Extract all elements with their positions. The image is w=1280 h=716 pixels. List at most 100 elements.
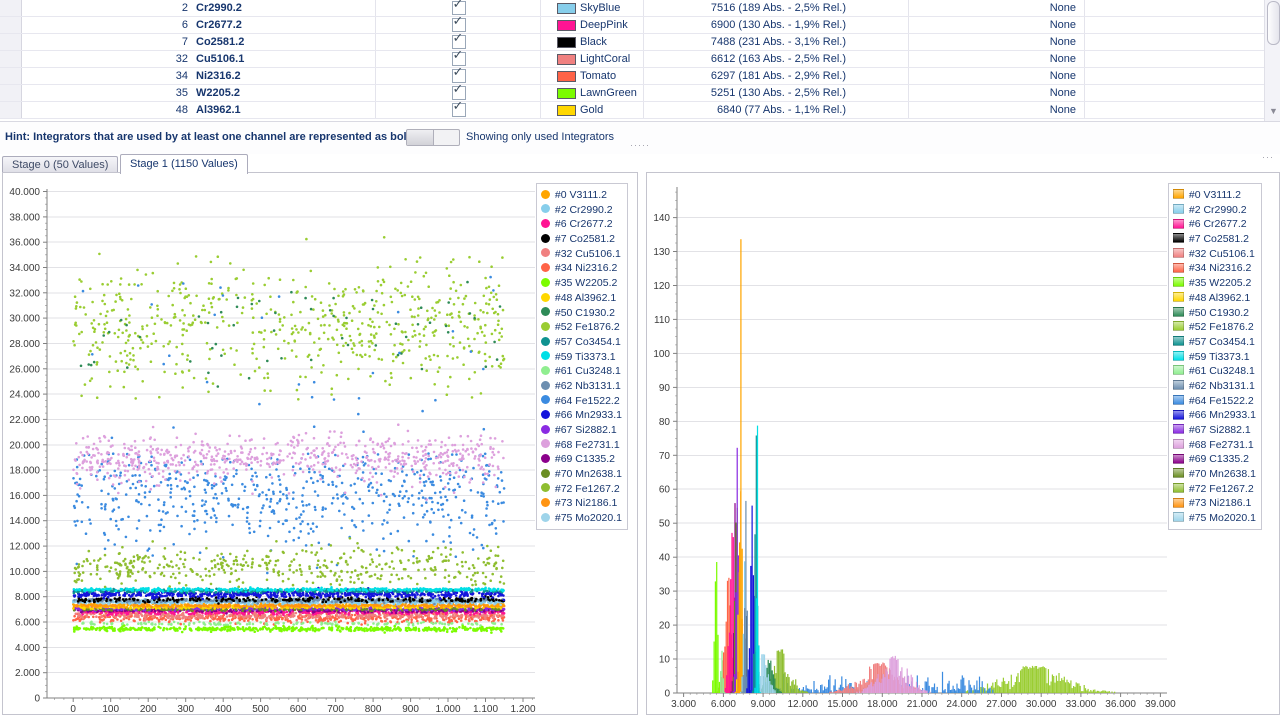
table-row[interactable]: 32Cu5106.1✓LightCoral6612 (163 Abs. - 2,… xyxy=(0,51,1280,68)
svg-text:2.000: 2.000 xyxy=(15,668,40,679)
toggle-knob[interactable] xyxy=(407,130,434,145)
svg-text:1.000: 1.000 xyxy=(435,704,460,714)
legend-item[interactable]: #35 W2205.2 xyxy=(541,276,622,291)
legend-item[interactable]: #50 C1930.2 xyxy=(541,306,622,321)
color-cell[interactable]: SkyBlue xyxy=(540,0,644,16)
legend-item[interactable]: #52 Fe1876.2 xyxy=(1173,320,1256,335)
row-checkbox[interactable]: ✓ xyxy=(452,52,466,66)
integrator-cell[interactable]: None xyxy=(908,85,1085,101)
legend-item[interactable]: #32 Cu5106.1 xyxy=(1173,247,1256,262)
legend-item[interactable]: #48 Al3962.1 xyxy=(541,291,622,306)
table-row[interactable]: 34Ni2316.2✓Tomato6297 (181 Abs. - 2,9% R… xyxy=(0,68,1280,85)
legend-marker-icon xyxy=(541,366,550,375)
legend-marker-icon xyxy=(541,190,550,199)
legend-item[interactable]: #32 Cu5106.1 xyxy=(541,247,622,262)
integrator-cell[interactable]: None xyxy=(908,51,1085,67)
table-row[interactable]: 35W2205.2✓LawnGreen5251 (130 Abs. - 2,5%… xyxy=(0,85,1280,102)
legend-item[interactable]: #73 Ni2186.1 xyxy=(541,496,622,511)
legend-item[interactable]: #66 Mn2933.1 xyxy=(541,408,622,423)
app-window: 2Cr2990.2✓SkyBlue7516 (189 Abs. - 2,5% R… xyxy=(0,0,1280,716)
row-checkbox[interactable]: ✓ xyxy=(452,103,466,117)
table-row[interactable]: 6Cr2677.2✓DeepPink6900 (130 Abs. - 1,9% … xyxy=(0,17,1280,34)
row-checkbox[interactable]: ✓ xyxy=(452,86,466,100)
legend-item[interactable]: #34 Ni2316.2 xyxy=(1173,261,1256,276)
legend-item[interactable]: #52 Fe1876.2 xyxy=(541,320,622,335)
table-row[interactable]: 2Cr2990.2✓SkyBlue7516 (189 Abs. - 2,5% R… xyxy=(0,0,1280,17)
legend-item[interactable]: #75 Mo2020.1 xyxy=(541,511,622,526)
legend-item[interactable]: #67 Si2882.1 xyxy=(1173,423,1256,438)
legend-item[interactable]: #70 Mn2638.1 xyxy=(541,467,622,482)
values-histogram-chart[interactable]: 01020304050607080901001101201301403.0006… xyxy=(647,173,1181,714)
legend-label: #62 Nb3131.1 xyxy=(555,380,621,392)
color-cell[interactable]: LightCoral xyxy=(540,51,644,67)
scrollbar-down-arrow-icon[interactable]: ▼ xyxy=(1269,106,1278,116)
integrator-cell[interactable]: None xyxy=(908,17,1085,33)
legend-item[interactable]: #64 Fe1522.2 xyxy=(541,394,622,409)
svg-text:10.000: 10.000 xyxy=(9,567,40,578)
legend-item[interactable]: #6 Cr2677.2 xyxy=(1173,217,1256,232)
show-used-integrators-toggle[interactable] xyxy=(406,129,460,146)
legend-label: #69 C1335.2 xyxy=(555,453,615,465)
splitter-handle-icon[interactable]: ····· xyxy=(630,140,650,150)
legend-item[interactable]: #72 Fe1267.2 xyxy=(1173,482,1256,497)
legend-item[interactable]: #62 Nb3131.1 xyxy=(541,379,622,394)
histogram-chart-panel: 01020304050607080901001101201301403.0006… xyxy=(646,172,1280,715)
legend-item[interactable]: #0 V3111.2 xyxy=(1173,188,1256,203)
legend-item[interactable]: #6 Cr2677.2 xyxy=(541,217,622,232)
integrator-cell[interactable]: None xyxy=(908,102,1085,118)
color-cell[interactable]: Black xyxy=(540,34,644,50)
row-checkbox[interactable]: ✓ xyxy=(452,18,466,32)
row-checkbox[interactable]: ✓ xyxy=(452,69,466,83)
integrator-cell[interactable]: None xyxy=(908,68,1085,84)
legend-item[interactable]: #2 Cr2990.2 xyxy=(541,203,622,218)
legend-item[interactable]: #50 C1930.2 xyxy=(1173,306,1256,321)
table-row[interactable]: 48Al3962.1✓Gold6840 (77 Abs. - 1,1% Rel.… xyxy=(0,102,1280,119)
legend-item[interactable]: #68 Fe2731.1 xyxy=(541,438,622,453)
channels-table-rows: 2Cr2990.2✓SkyBlue7516 (189 Abs. - 2,5% R… xyxy=(0,0,1280,119)
legend-item[interactable]: #48 Al3962.1 xyxy=(1173,291,1256,306)
legend-item[interactable]: #72 Fe1267.2 xyxy=(541,482,622,497)
values-scatter-chart[interactable]: 02.0004.0006.0008.00010.00012.00014.0001… xyxy=(3,173,543,714)
legend-item[interactable]: #57 Co3454.1 xyxy=(1173,335,1256,350)
color-cell[interactable]: Gold xyxy=(540,102,644,118)
scrollbar-thumb[interactable] xyxy=(1267,1,1280,45)
legend-item[interactable]: #59 Ti3373.1 xyxy=(541,350,622,365)
legend-item[interactable]: #34 Ni2316.2 xyxy=(541,261,622,276)
legend-item[interactable]: #57 Co3454.1 xyxy=(541,335,622,350)
svg-text:500: 500 xyxy=(252,704,269,714)
legend-item[interactable]: #68 Fe2731.1 xyxy=(1173,438,1256,453)
legend-item[interactable]: #61 Cu3248.1 xyxy=(541,364,622,379)
integrator-cell[interactable]: None xyxy=(908,0,1085,16)
table-vertical-scrollbar[interactable]: ▼ xyxy=(1264,0,1280,121)
legend-item[interactable]: #69 C1335.2 xyxy=(1173,452,1256,467)
legend-item[interactable]: #59 Ti3373.1 xyxy=(1173,350,1256,365)
legend-item[interactable]: #75 Mo2020.1 xyxy=(1173,511,1256,526)
legend-item[interactable]: #7 Co2581.2 xyxy=(541,232,622,247)
legend-item[interactable]: #70 Mn2638.1 xyxy=(1173,467,1256,482)
legend-item[interactable]: #61 Cu3248.1 xyxy=(1173,364,1256,379)
color-cell[interactable]: LawnGreen xyxy=(540,85,644,101)
legend-label: #59 Ti3373.1 xyxy=(1189,351,1250,363)
legend-item[interactable]: #67 Si2882.1 xyxy=(541,423,622,438)
legend-item[interactable]: #0 V3111.2 xyxy=(541,188,622,203)
tab-stage-1[interactable]: Stage 1 (1150 Values) xyxy=(120,154,248,174)
table-row[interactable]: 7Co2581.2✓Black7488 (231 Abs. - 3,1% Rel… xyxy=(0,34,1280,51)
color-cell[interactable]: Tomato xyxy=(540,68,644,84)
legend-item[interactable]: #62 Nb3131.1 xyxy=(1173,379,1256,394)
legend-item[interactable]: #2 Cr2990.2 xyxy=(1173,203,1256,218)
legend-item[interactable]: #66 Mn2933.1 xyxy=(1173,408,1256,423)
row-checkbox[interactable]: ✓ xyxy=(452,1,466,15)
legend-item[interactable]: #64 Fe1522.2 xyxy=(1173,394,1256,409)
legend-item[interactable]: #7 Co2581.2 xyxy=(1173,232,1256,247)
tab-stage-0[interactable]: Stage 0 (50 Values) xyxy=(2,156,118,173)
legend-label: #7 Co2581.2 xyxy=(555,233,615,245)
legend-marker-icon xyxy=(1173,233,1184,243)
row-header xyxy=(0,102,22,118)
color-cell[interactable]: DeepPink xyxy=(540,17,644,33)
row-checkbox[interactable]: ✓ xyxy=(452,35,466,49)
legend-item[interactable]: #73 Ni2186.1 xyxy=(1173,496,1256,511)
legend-item[interactable]: #69 C1335.2 xyxy=(541,452,622,467)
integrator-cell[interactable]: None xyxy=(908,34,1085,50)
legend-item[interactable]: #35 W2205.2 xyxy=(1173,276,1256,291)
legend-marker-icon xyxy=(541,322,550,331)
